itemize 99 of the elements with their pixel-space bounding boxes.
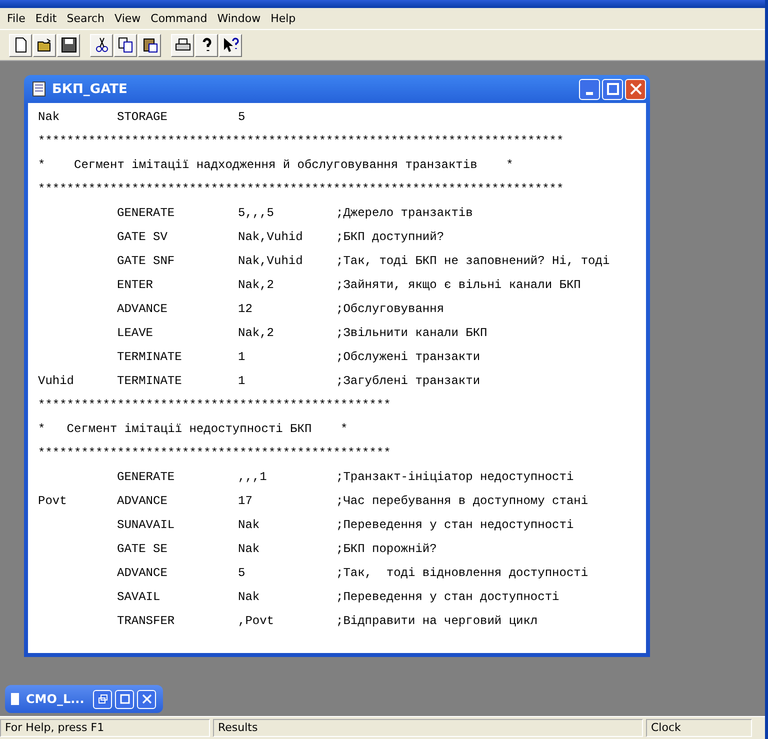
minimize-icon — [586, 92, 593, 94]
code-label: Nak — [38, 110, 60, 124]
code-operand: Nak,2 — [238, 326, 274, 340]
code-comment: ************************************************* — [38, 445, 391, 462]
menu-item[interactable]: Edit — [30, 12, 62, 25]
code-operand: Nak,Vuhid — [238, 230, 303, 244]
code-comment: ;Загублені транзакти — [336, 373, 480, 390]
code-operand: 5,,,5 — [238, 206, 274, 220]
code-comment: ;Час перебування в доступному стані — [336, 493, 588, 510]
code-comment: * Сегмент імітації недоступності БКП * — [38, 421, 348, 438]
minimized-window[interactable]: CMO_L... — [5, 685, 163, 713]
code-operand: 17 — [238, 494, 252, 508]
code-comment: ;Так, тоді БКП не заповнений? Ні, тоді — [336, 253, 610, 270]
open-folder-button[interactable] — [33, 34, 56, 56]
close-button[interactable] — [625, 78, 646, 100]
pointer-question-icon — [222, 37, 238, 53]
code-operand: 1 — [238, 350, 246, 364]
code-operator: GENERATE — [117, 470, 175, 484]
code-comment: ;Переведення у стан доступності — [336, 589, 560, 606]
maximize-icon — [120, 694, 130, 704]
code-label: Povt — [38, 494, 67, 508]
code-operator: GATE SE — [117, 542, 168, 556]
code-comment: * Сегмент імітації надходження й обслуговування транзактів * — [38, 157, 514, 174]
status-bar-panel: Clock — [646, 719, 752, 737]
code-operator: ADVANCE — [117, 494, 168, 508]
restore-icon — [98, 694, 108, 704]
help-button[interactable] — [195, 34, 218, 56]
status-bar-panel: Results — [213, 719, 643, 737]
cut-button[interactable] — [90, 34, 113, 56]
menu-item[interactable]: Command — [146, 12, 212, 25]
menu-item[interactable]: File — [2, 12, 30, 25]
paste-button[interactable] — [138, 34, 161, 56]
code-operand: 1 — [238, 374, 246, 388]
document-icon — [32, 81, 46, 97]
code-comment: ************************************************* — [38, 397, 391, 414]
print-button[interactable] — [171, 34, 194, 56]
code-label: Vuhid — [38, 374, 74, 388]
clipboard-icon — [142, 37, 158, 53]
maximize-icon — [606, 83, 618, 95]
maximize-button[interactable] — [602, 78, 623, 100]
save-button[interactable] — [57, 34, 80, 56]
restore-button[interactable] — [93, 690, 112, 708]
code-comment: ;Відправити на черговий цикл — [336, 613, 538, 630]
code-operand: Nak — [238, 590, 260, 604]
code-operator: GATE SV — [117, 230, 168, 244]
code-operand: 5 — [238, 566, 246, 580]
scissors-icon — [94, 37, 110, 53]
code-operator: ENTER — [117, 278, 154, 292]
code-comment: ************************************************************************* — [38, 181, 564, 198]
code-operator: TRANSFER — [117, 614, 175, 628]
code-operand: Nak — [238, 542, 260, 556]
code-comment: ;Джерело транзактів — [336, 205, 473, 222]
status-bar-panel: For Help, press F1 — [0, 719, 210, 737]
code-operand: 5 — [238, 110, 246, 124]
code-comment: ;Зайняти, якщо є вільні канали БКП — [336, 277, 581, 294]
copy-button[interactable] — [114, 34, 137, 56]
close-button[interactable] — [137, 690, 156, 708]
code-comment: ;Так, тоді відновлення доступності — [336, 565, 588, 582]
code-operator: ADVANCE — [117, 302, 168, 316]
code-comment: ;БКП доступний? — [336, 229, 444, 246]
code-comment: ;Транзакт-ініціатор недоступності — [336, 469, 574, 486]
menu-item[interactable]: View — [110, 12, 146, 25]
folder-icon — [36, 37, 52, 53]
code-operator: TERMINATE — [117, 350, 182, 364]
window-title: CMO_L... — [26, 692, 84, 706]
printer-icon — [174, 37, 190, 53]
new-file-button[interactable] — [9, 34, 32, 56]
code-comment: ;Звільнити канали БКП — [336, 325, 488, 342]
code-operand: ,,,1 — [238, 470, 267, 484]
code-operand: Nak,2 — [238, 278, 274, 292]
document-icon — [12, 37, 28, 53]
code-operator: STORAGE — [117, 110, 168, 124]
code-comment: ************************************************************************* — [38, 133, 564, 150]
code-operator: GENERATE — [117, 206, 175, 220]
menu-item[interactable]: Help — [266, 12, 301, 25]
context-help-button[interactable] — [219, 34, 242, 56]
code-operator: ADVANCE — [117, 566, 168, 580]
code-operator: LEAVE — [117, 326, 154, 340]
menu-item[interactable]: Search — [62, 12, 110, 25]
code-comment: ;Переведення у стан недоступності — [336, 517, 574, 534]
minimize-button[interactable] — [579, 78, 600, 100]
code-operator: GATE SNF — [117, 254, 175, 268]
code-operand: Nak,Vuhid — [238, 254, 303, 268]
window-title: БКП_GATE — [52, 82, 128, 96]
document-icon — [11, 692, 19, 706]
close-icon — [142, 694, 152, 704]
code-operator: TERMINATE — [117, 374, 182, 388]
code-comment: ;Обслуговування — [336, 301, 444, 318]
copy-icon — [118, 37, 134, 53]
code-comment: ;Обслужені транзакти — [336, 349, 480, 366]
code-operator: SUNAVAIL — [117, 518, 175, 532]
menu-item[interactable]: Window — [212, 12, 266, 25]
code-comment: ;БКП порожній? — [336, 541, 437, 558]
maximize-button[interactable] — [115, 690, 134, 708]
code-operator: SAVAIL — [117, 590, 160, 604]
code-operand: 12 — [238, 302, 252, 316]
code-operand: ,Povt — [238, 614, 274, 628]
close-icon — [630, 83, 642, 95]
code-operand: Nak — [238, 518, 260, 532]
